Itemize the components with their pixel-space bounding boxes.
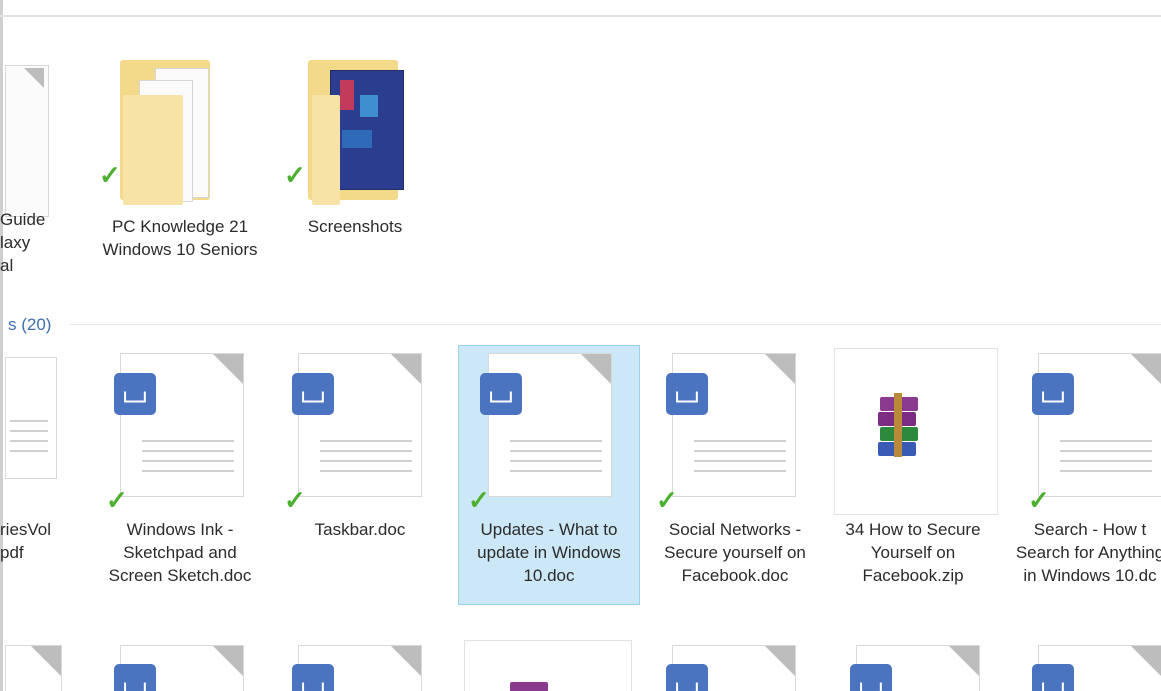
file-item-taskbar[interactable]: ⌴ ✓ Taskbar.doc bbox=[280, 345, 440, 635]
sync-check-icon: ✓ bbox=[284, 485, 306, 515]
sync-check-icon: ✓ bbox=[284, 160, 306, 190]
wps-document-icon: ⌴ bbox=[1032, 664, 1074, 691]
wps-document-icon: ⌴ bbox=[292, 664, 334, 691]
folder-item-screenshots[interactable]: ✓ Screenshots bbox=[280, 40, 430, 300]
folder-item-pc-knowledge[interactable]: ✓ PC Knowledge 21 Windows 10 Seniors bbox=[95, 40, 265, 300]
file-item-search[interactable]: ⌴ ✓ Search - How t Search for Anything i… bbox=[1010, 345, 1161, 635]
file-item-row2-1[interactable]: ⌴ bbox=[100, 640, 260, 691]
file-label: Search - How t Search for Anything in Wi… bbox=[1015, 520, 1161, 585]
folder-item-guide[interactable]: Guide laxy al bbox=[0, 40, 80, 300]
file-label: Updates - What to update in Windows 10.d… bbox=[477, 520, 621, 585]
folder-label: PC Knowledge 21 Windows 10 Seniors bbox=[102, 217, 258, 259]
winrar-archive-icon bbox=[510, 682, 548, 691]
folder-label: Screenshots bbox=[307, 217, 403, 236]
files-group-header[interactable]: s (20) bbox=[8, 315, 51, 335]
file-item-row2-2[interactable]: ⌴ bbox=[280, 640, 440, 691]
wps-document-icon: ⌴ bbox=[114, 664, 156, 691]
wps-document-icon: ⌴ bbox=[850, 664, 892, 691]
file-label: Windows Ink - Sketchpad and Screen Sketc… bbox=[108, 520, 252, 585]
top-divider bbox=[0, 15, 1161, 17]
wps-document-icon: ⌴ bbox=[666, 664, 708, 691]
folder-label: Guide laxy al bbox=[0, 210, 46, 275]
file-item-row2-3[interactable] bbox=[458, 640, 640, 691]
group-divider bbox=[70, 324, 1161, 325]
sync-check-icon: ✓ bbox=[99, 160, 121, 190]
file-label: Taskbar.doc bbox=[314, 520, 406, 539]
sync-check-icon: ✓ bbox=[1028, 485, 1050, 515]
file-item-row2-4[interactable]: ⌴ bbox=[650, 640, 820, 691]
file-item-zip[interactable]: 34 How to Secure Yourself on Facebook.zi… bbox=[828, 345, 998, 635]
file-item-social-networks[interactable]: ⌴ ✓ Social Networks - Secure yourself on… bbox=[650, 345, 820, 635]
file-label: Social Networks - Secure yourself on Fac… bbox=[664, 520, 806, 585]
file-item-pdf[interactable]: riesVol pdf bbox=[0, 345, 85, 630]
file-label: riesVol pdf bbox=[0, 520, 52, 562]
sync-check-icon: ✓ bbox=[106, 485, 128, 515]
file-item-row2-6[interactable]: ⌴ bbox=[1010, 640, 1161, 691]
file-label: 34 How to Secure Yourself on Facebook.zi… bbox=[845, 520, 981, 585]
file-item-row2-0[interactable] bbox=[0, 640, 70, 691]
file-item-updates-selected[interactable]: ⌴ ✓ Updates - What to update in Windows … bbox=[458, 345, 640, 605]
file-item-windows-ink[interactable]: ⌴ ✓ Windows Ink - Sketchpad and Screen S… bbox=[100, 345, 260, 635]
sync-check-icon: ✓ bbox=[656, 485, 678, 515]
file-item-row2-5[interactable]: ⌴ bbox=[828, 640, 998, 691]
sync-check-icon: ✓ bbox=[468, 485, 490, 515]
